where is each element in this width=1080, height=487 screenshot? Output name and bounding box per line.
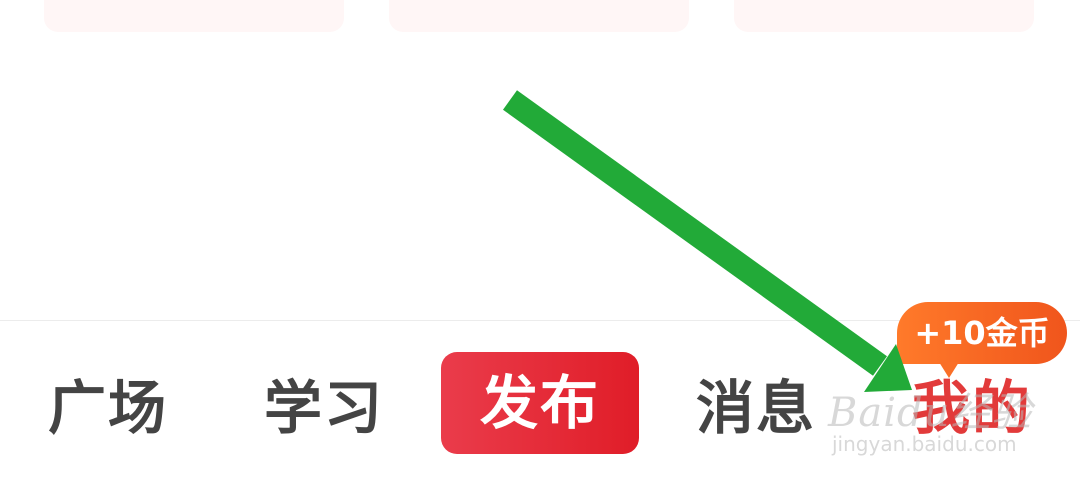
watermark-logo: Baidu经验 bbox=[828, 390, 1033, 436]
tab-study[interactable]: 学习 bbox=[264, 372, 384, 444]
coin-reward-badge[interactable]: +10金币 bbox=[897, 302, 1067, 378]
tab-message[interactable]: 消息 bbox=[696, 372, 816, 444]
watermark-url: jingyan.baidu.com bbox=[832, 432, 1017, 456]
content-card[interactable] bbox=[389, 0, 689, 32]
tab-plaza[interactable]: 广场 bbox=[48, 372, 168, 444]
content-card[interactable] bbox=[44, 0, 344, 32]
baidu-watermark: Baidu经验 jingyan.baidu.com bbox=[828, 380, 1031, 460]
publish-button[interactable]: 发布 bbox=[441, 352, 639, 454]
content-card[interactable] bbox=[734, 0, 1034, 32]
